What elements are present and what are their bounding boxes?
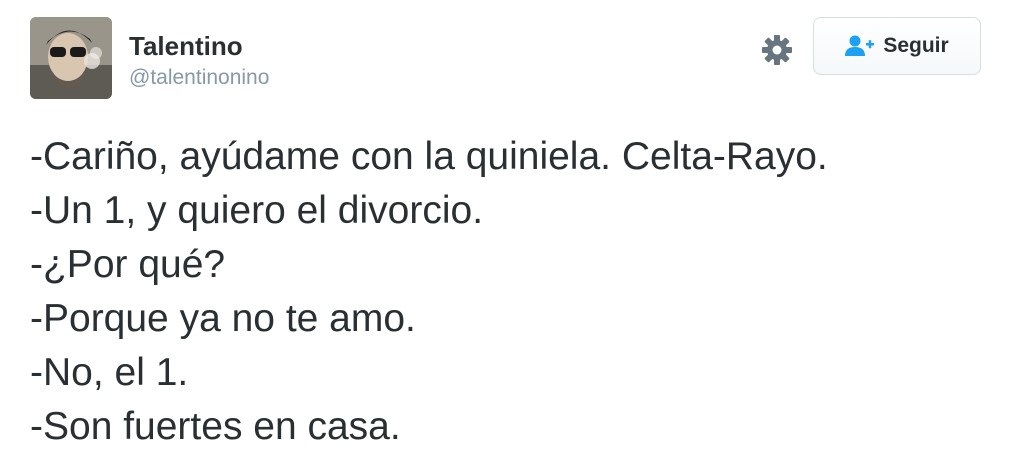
tweet-text-line: -Son fuertes en casa. [30, 405, 401, 448]
follow-button[interactable]: Seguir [813, 17, 981, 75]
add-user-icon [845, 35, 875, 56]
tweet-text-line: -Cariño, ayúdame con la quiniela. Celta-… [30, 135, 828, 178]
tweet-text: -Cariño, ayúdame con la quiniela. Celta-… [30, 130, 828, 454]
tweet-text-line: -No, el 1. [30, 351, 189, 394]
tweet-text-line: -Un 1, y quiero el divorcio. [30, 189, 484, 232]
follow-button-label: Seguir [883, 34, 949, 57]
author-display-name[interactable]: Talentino [129, 30, 243, 62]
tweet-text-line: -¿Por qué? [30, 243, 226, 286]
gear-icon[interactable] [760, 33, 794, 67]
tweet-text-line: -Porque ya no te amo. [30, 297, 416, 340]
profile-avatar[interactable] [30, 17, 112, 99]
author-handle[interactable]: @talentinonino [129, 65, 269, 91]
tweet-card: Talentino @talentinonino Seguir -Cariño,… [0, 0, 1024, 459]
